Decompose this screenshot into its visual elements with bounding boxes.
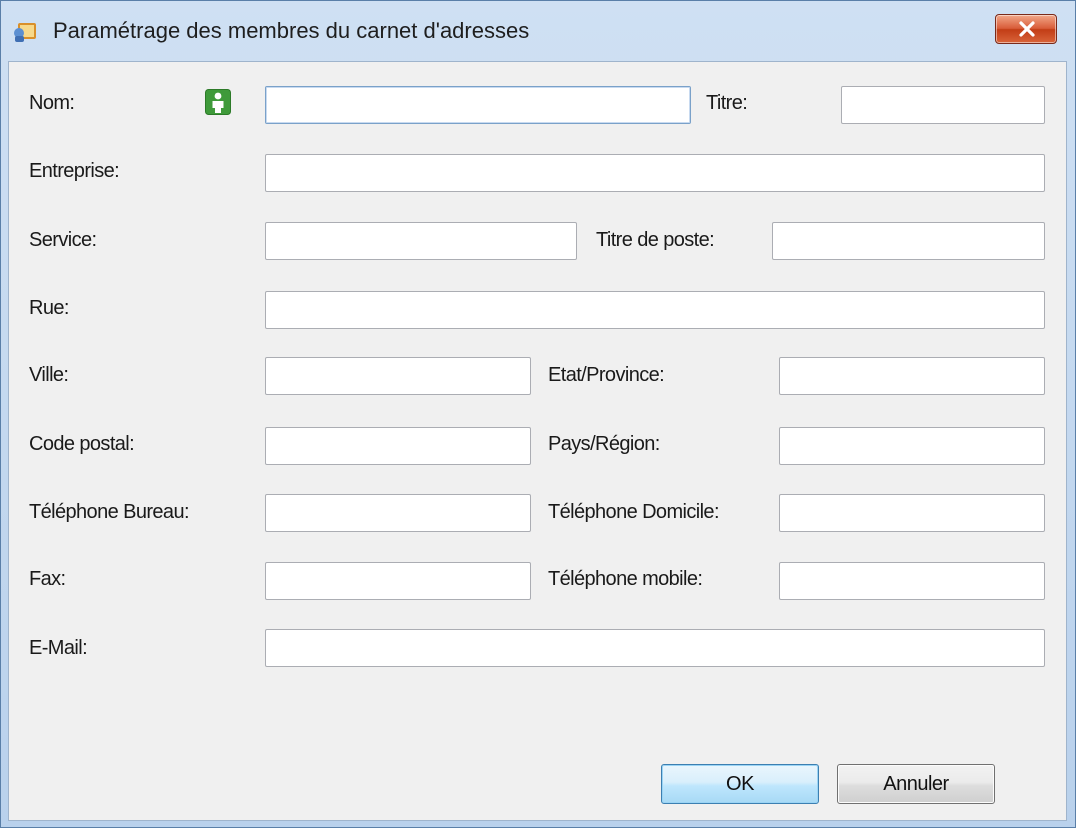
entreprise-input[interactable] xyxy=(265,154,1045,192)
tel-domicile-label: Téléphone Domicile: xyxy=(548,501,720,523)
code-postal-input[interactable] xyxy=(265,427,531,465)
close-button[interactable] xyxy=(995,14,1057,44)
email-input[interactable] xyxy=(265,629,1045,667)
titre-input[interactable] xyxy=(841,86,1045,124)
titre-poste-label: Titre de poste: xyxy=(596,229,715,251)
address-book-icon xyxy=(14,23,36,42)
tel-domicile-input[interactable] xyxy=(779,494,1045,532)
ok-button[interactable]: OK xyxy=(661,764,819,804)
tel-bureau-input[interactable] xyxy=(265,494,531,532)
tel-mobile-input[interactable] xyxy=(779,562,1045,600)
cancel-button[interactable]: Annuler xyxy=(837,764,995,804)
title-bar[interactable]: Paramétrage des membres du carnet d'adre… xyxy=(1,1,1075,61)
address-book-member-dialog: Paramétrage des membres du carnet d'adre… xyxy=(0,0,1076,828)
dialog-body: Nom: Titre: Entreprise: Service: Titre d… xyxy=(8,61,1067,821)
code-postal-label: Code postal: xyxy=(29,433,135,455)
tel-mobile-label: Téléphone mobile: xyxy=(548,568,703,590)
rue-label: Rue: xyxy=(29,297,69,319)
nom-label: Nom: xyxy=(29,92,75,114)
titre-poste-input[interactable] xyxy=(772,222,1045,260)
service-input[interactable] xyxy=(265,222,577,260)
rue-input[interactable] xyxy=(265,291,1045,329)
window-title: Paramétrage des membres du carnet d'adre… xyxy=(53,18,530,43)
etat-label: Etat/Province: xyxy=(548,364,665,386)
tel-bureau-label: Téléphone Bureau: xyxy=(29,501,190,523)
service-label: Service: xyxy=(29,229,97,251)
email-label: E-Mail: xyxy=(29,637,88,659)
ville-label: Ville: xyxy=(29,364,69,386)
nom-input[interactable] xyxy=(265,86,691,124)
pays-input[interactable] xyxy=(779,427,1045,465)
pays-label: Pays/Région: xyxy=(548,433,660,455)
titre-label: Titre: xyxy=(706,92,748,114)
person-icon[interactable] xyxy=(205,89,231,115)
entreprise-label: Entreprise: xyxy=(29,160,120,182)
close-icon xyxy=(1019,21,1035,37)
ville-input[interactable] xyxy=(265,357,531,395)
etat-input[interactable] xyxy=(779,357,1045,395)
fax-label: Fax: xyxy=(29,568,66,590)
fax-input[interactable] xyxy=(265,562,531,600)
